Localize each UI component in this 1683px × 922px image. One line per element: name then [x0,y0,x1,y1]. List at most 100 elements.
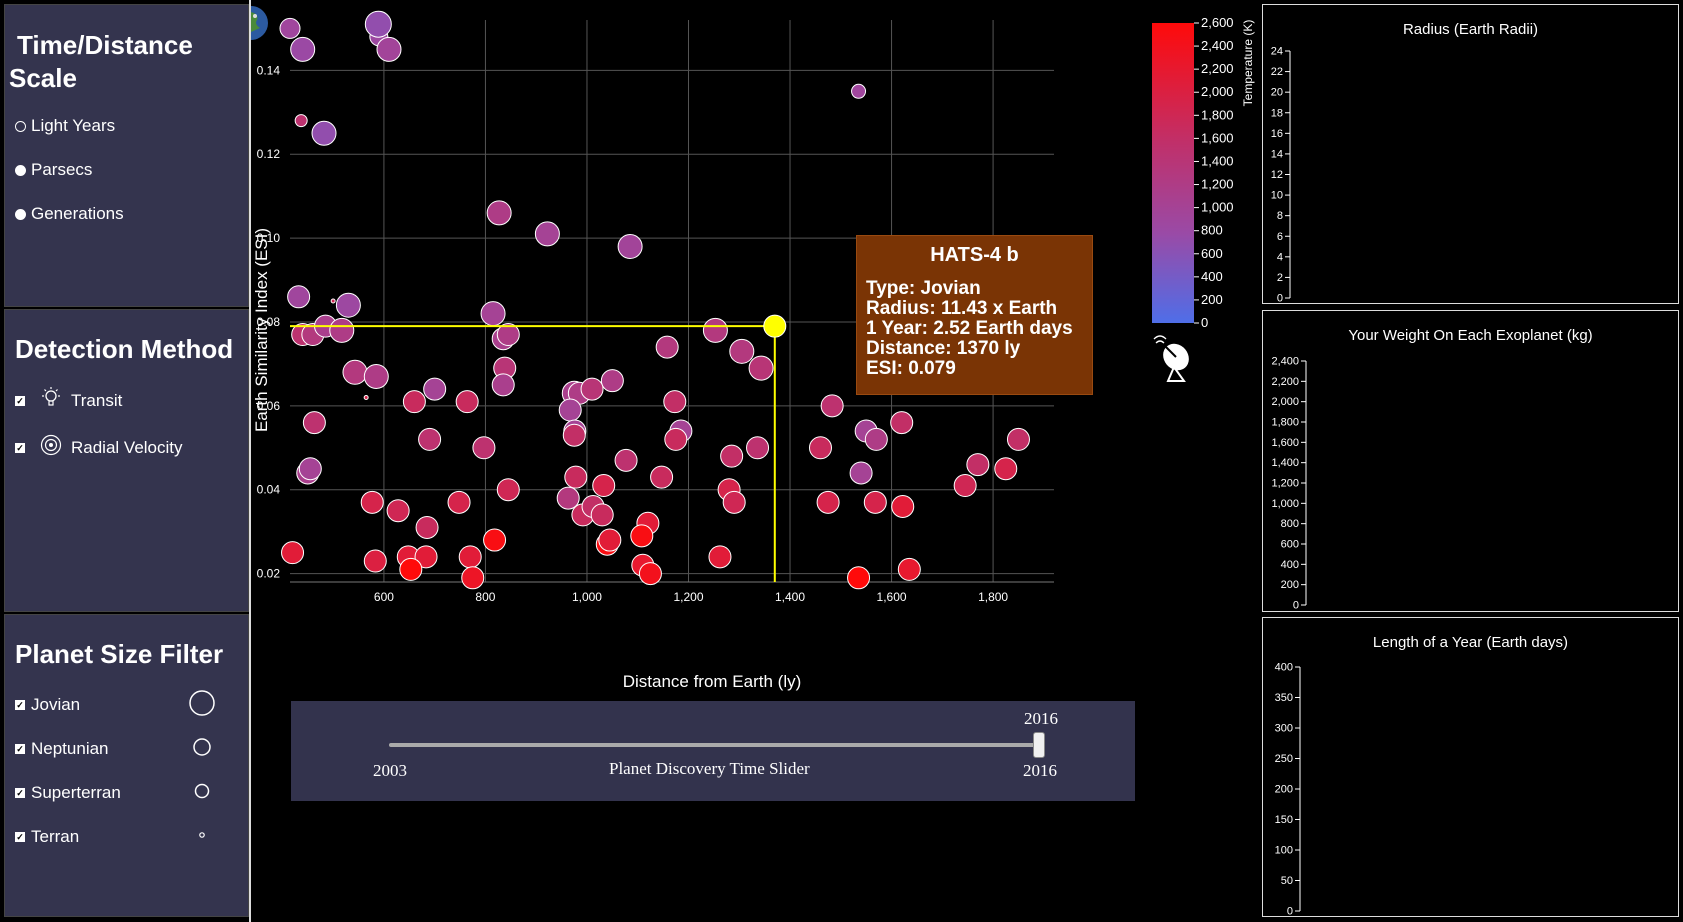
planet-point[interactable] [281,541,305,565]
planet-point[interactable] [864,427,888,451]
planet-point[interactable] [330,298,336,304]
size-option-terran[interactable]: ✓ Terran [15,827,79,847]
mini-tick-label: 250 [1275,753,1293,765]
planet-point[interactable] [808,436,832,460]
planet-point[interactable] [363,363,389,389]
size-option-superterran[interactable]: ✓ Superterran [15,783,121,803]
planet-point[interactable] [363,394,369,400]
planet-point[interactable] [820,394,844,418]
planet-point[interactable] [279,17,301,39]
highlighted-planet-point[interactable] [763,314,787,338]
radio-generations[interactable] [15,208,26,220]
size-option-jovian[interactable]: ✓ Jovian [15,695,80,715]
planet-point[interactable] [294,114,308,128]
planet-point[interactable] [849,461,873,485]
planet-point[interactable] [458,545,482,569]
planet-point[interactable] [994,457,1018,481]
slider-min-label: 2003 [373,761,407,780]
planet-point[interactable] [617,233,643,259]
checkbox-neptunian[interactable]: ✓ [15,744,25,754]
planet-point[interactable] [364,10,392,38]
planet-point[interactable] [592,474,616,498]
planet-point[interactable] [363,549,387,573]
planet-point[interactable] [638,562,662,586]
planet-point[interactable] [402,390,426,414]
planet-point[interactable] [722,490,746,514]
detection-panel: Detection Method ✓ Transit ✓ Radial Velo… [4,309,249,612]
planet-point[interactable] [729,338,755,364]
planet-point[interactable] [483,528,507,552]
planet-point[interactable] [399,557,423,581]
planet-point[interactable] [342,359,368,385]
planet-point[interactable] [816,490,840,514]
planet-point[interactable] [415,515,439,539]
radio-parsecs[interactable] [15,164,26,176]
planet-point[interactable] [953,474,977,498]
planet-point[interactable] [461,566,485,590]
planet-point[interactable] [1006,427,1030,451]
checkbox-radial-velocity[interactable]: ✓ [15,442,25,453]
planet-point[interactable] [491,373,515,397]
planet-point[interactable] [386,499,410,523]
planet-point[interactable] [472,436,496,460]
planet-point[interactable] [302,411,326,435]
planet-point[interactable] [329,317,355,343]
detection-option-transit[interactable]: ✓ Transit [15,386,122,415]
planet-point[interactable] [480,301,506,327]
checkbox-terran[interactable]: ✓ [15,832,25,842]
planet-point[interactable] [580,377,604,401]
planet-point[interactable] [564,465,588,489]
checkbox-jovian[interactable]: ✓ [15,700,25,710]
planet-point[interactable] [287,285,311,309]
planet-point[interactable] [664,427,688,451]
scale-option-light-years[interactable]: Light Years [15,116,115,136]
planet-point[interactable] [702,317,728,343]
slider-track[interactable] [389,743,1039,747]
planet-point[interactable] [847,566,871,590]
planet-point[interactable] [851,83,867,99]
planet-point[interactable] [376,36,402,62]
planet-point[interactable] [590,503,614,527]
planet-point[interactable] [290,36,316,62]
planet-point[interactable] [562,423,586,447]
planet-point[interactable] [863,490,887,514]
planet-point[interactable] [447,490,471,514]
checkbox-transit[interactable]: ✓ [15,395,25,406]
planet-point[interactable] [600,369,624,393]
planet-point[interactable] [418,427,442,451]
planet-point[interactable] [708,545,732,569]
planet-point[interactable] [966,453,990,477]
detection-option-radial-velocity[interactable]: ✓ Radial Velocity [15,433,183,462]
radio-light-years[interactable] [15,120,26,132]
planet-point[interactable] [746,436,770,460]
scale-option-generations[interactable]: Generations [15,204,124,224]
planet-point[interactable] [534,221,560,247]
planet-point[interactable] [455,390,479,414]
scale-option-parsecs[interactable]: Parsecs [15,160,92,180]
planet-point[interactable] [558,398,582,422]
planet-point[interactable] [897,557,921,581]
planet-point[interactable] [890,411,914,435]
planet-point[interactable] [423,377,447,401]
planet-point[interactable] [360,490,384,514]
slider-thumb[interactable] [1033,732,1045,758]
planet-point[interactable] [891,495,915,519]
planet-point[interactable] [486,200,512,226]
planet-point[interactable] [748,355,774,381]
planet-point[interactable] [614,448,638,472]
planet-point[interactable] [311,120,337,146]
planet-point[interactable] [655,335,679,359]
planet-point[interactable] [298,457,322,481]
planet-point[interactable] [630,524,654,548]
mini-tick-label: 16 [1271,128,1283,140]
planet-point[interactable] [650,465,674,489]
planet-point[interactable] [720,444,744,468]
size-option-neptunian[interactable]: ✓ Neptunian [15,739,109,759]
checkbox-superterran[interactable]: ✓ [15,788,25,798]
planet-point[interactable] [335,292,361,318]
colorbar-tick-label: 1,600 [1201,130,1234,145]
mini-tick-label: 6 [1277,231,1283,243]
planet-point[interactable] [496,478,520,502]
planet-point[interactable] [598,528,622,552]
planet-point[interactable] [663,390,687,414]
